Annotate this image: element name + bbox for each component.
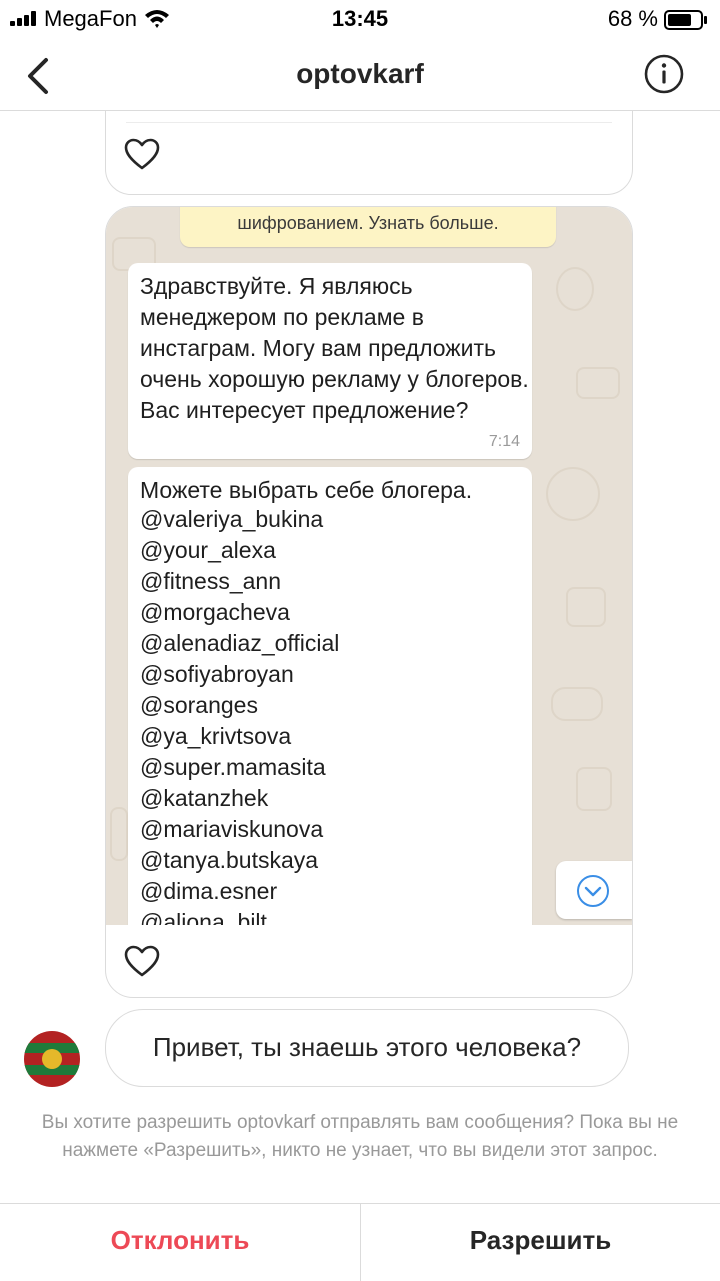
- request-actions: Отклонить Разрешить: [0, 1203, 720, 1281]
- blogger-handle: @sofiyabroyan: [140, 661, 294, 687]
- doodle-decor: [576, 767, 612, 811]
- chat-bubble: Можете выбрать себе блогера. @valeriya_b…: [128, 467, 532, 925]
- avatar-logo-mark: [42, 1049, 62, 1069]
- conversation-title[interactable]: optovkarf: [0, 58, 720, 90]
- blogger-handle: @aliona_bilt: [140, 909, 267, 925]
- battery-percentage: 68 %: [607, 6, 658, 31]
- chevron-down-circle-icon: [577, 875, 609, 907]
- bubble-text: Можете выбрать себе блогера.: [140, 477, 473, 503]
- shared-post-card[interactable]: [105, 111, 633, 195]
- status-bar: MegaFon 13:45 68 %: [0, 0, 720, 40]
- blogger-handle: @morgacheva: [140, 599, 290, 625]
- doodle-decor: [551, 687, 603, 721]
- blogger-handle: @alenadiaz_official: [140, 630, 340, 656]
- heart-icon[interactable]: [124, 945, 160, 977]
- blogger-handle: @super.mamasita: [140, 754, 326, 780]
- info-icon[interactable]: [644, 54, 684, 94]
- message-thread[interactable]: шифрованием. Узнать больше. Здравствуйте…: [0, 111, 720, 1203]
- message-request-notice: Вы хотите разрешить optovkarf отправлять…: [41, 1112, 679, 1161]
- doodle-decor: [576, 367, 620, 399]
- scroll-down-button: [556, 861, 632, 919]
- blogger-handle: @mariaviskunova: [140, 816, 324, 842]
- message-bubble[interactable]: Привет, ты знаешь этого человека?: [105, 1009, 629, 1087]
- blogger-handle: @fitness_ann: [140, 568, 281, 594]
- blogger-handle: @dima.esner: [140, 878, 278, 904]
- doodle-decor: [566, 587, 606, 627]
- blogger-handle: @ya_krivtsova: [140, 723, 292, 749]
- encryption-notice-text: шифрованием. Узнать больше.: [237, 213, 499, 233]
- avatar[interactable]: [24, 1031, 80, 1087]
- blogger-handle: @soranges: [140, 692, 258, 718]
- heart-icon[interactable]: [124, 138, 160, 170]
- decline-button[interactable]: Отклонить: [0, 1204, 360, 1281]
- card-divider: [126, 122, 612, 123]
- doodle-decor: [546, 467, 600, 521]
- blogger-handle: @katanzhek: [140, 785, 269, 811]
- message-text: Привет, ты знаешь этого человека?: [152, 1032, 582, 1062]
- doodle-decor: [110, 807, 128, 861]
- encryption-notice: шифрованием. Узнать больше.: [180, 207, 556, 247]
- chat-bubble: Здравствуйте. Я являюсь менеджером по ре…: [128, 263, 532, 459]
- bubble-timestamp: 7:14: [488, 433, 520, 450]
- bubble-text: Здравствуйте. Я являюсь менеджером по ре…: [140, 273, 529, 423]
- shared-screenshot-card[interactable]: шифрованием. Узнать больше. Здравствуйте…: [105, 206, 633, 998]
- allow-button[interactable]: Разрешить: [361, 1204, 720, 1281]
- blogger-handle: @your_alexa: [140, 537, 276, 563]
- chat-screenshot-image: шифрованием. Узнать больше. Здравствуйте…: [106, 207, 632, 925]
- blogger-handle: @valeriya_bukina: [140, 506, 324, 532]
- battery-icon: [664, 10, 707, 30]
- doodle-decor: [556, 267, 594, 311]
- nav-bar: optovkarf: [0, 40, 720, 111]
- blogger-handle: @tanya.butskaya: [140, 847, 319, 873]
